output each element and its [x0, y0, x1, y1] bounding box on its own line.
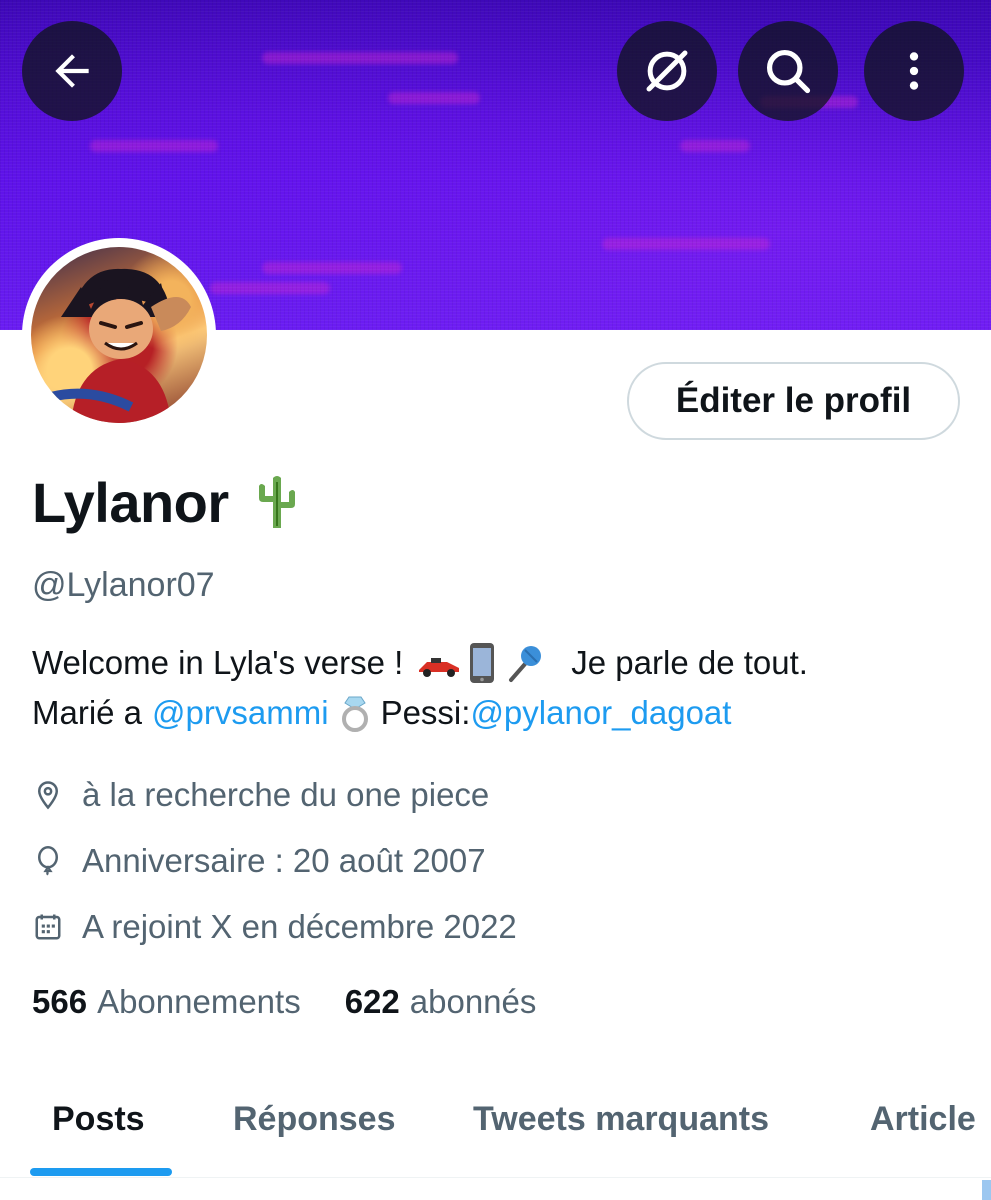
tab-highlights[interactable]: Tweets marquants: [473, 1100, 769, 1139]
calendar-icon: [32, 911, 64, 943]
joined-text: A rejoint X en décembre 2022: [82, 908, 517, 945]
birthday-row: Anniversaire : 20 août 2007: [32, 842, 486, 880]
location-text: à la recherche du one piece: [82, 776, 490, 813]
following-count: 566: [32, 983, 88, 1020]
ring-icon: [339, 693, 371, 733]
tab-posts[interactable]: Posts: [52, 1100, 145, 1139]
bio-label: Pessi:: [380, 694, 471, 731]
profile-page: Éditer le profil Lylanor @Lylanor07 Welc…: [0, 0, 991, 1200]
mobile-phone-icon: [469, 642, 495, 684]
balloon-icon: [32, 845, 64, 877]
search-button[interactable]: [738, 21, 838, 121]
tab-articles[interactable]: Article: [870, 1100, 976, 1139]
microphone-icon: [503, 642, 545, 684]
more-button[interactable]: [864, 21, 964, 121]
joined-row: A rejoint X en décembre 2022: [32, 908, 517, 946]
following-label: Abonnements: [97, 983, 301, 1020]
active-tab-indicator: [30, 1168, 172, 1176]
mention-link[interactable]: @pylanor_dagoat: [470, 688, 731, 738]
back-button[interactable]: [22, 21, 122, 121]
cactus-icon: [251, 474, 303, 532]
scrollbar[interactable]: [982, 1180, 991, 1200]
tab-replies[interactable]: Réponses: [233, 1100, 396, 1139]
avatar[interactable]: [22, 238, 216, 432]
edit-profile-button[interactable]: Éditer le profil: [627, 362, 960, 440]
search-icon: [762, 45, 814, 97]
edit-profile-label: Éditer le profil: [675, 381, 912, 420]
bio-line: Marié a @prvsammi Pessi: @pylanor_dagoat: [32, 688, 962, 738]
bio-line: Welcome in Lyla's verse ! Je parle de to…: [32, 638, 962, 688]
profile-handle: @Lylanor07: [32, 566, 215, 604]
arrow-left-icon: [47, 46, 97, 96]
birthday-text: Anniversaire : 20 août 2007: [82, 842, 486, 879]
following-link[interactable]: 566 Abonnements: [32, 983, 301, 1021]
avatar-image: [31, 247, 207, 423]
follow-stats: 566 Abonnements 622 abonnés: [32, 983, 536, 1021]
profile-name: Lylanor: [32, 470, 303, 535]
grok-button[interactable]: [617, 21, 717, 121]
bio-text: Marié a: [32, 694, 143, 731]
followers-link[interactable]: 622 abonnés: [345, 983, 537, 1021]
profile-tabs: Posts Réponses Tweets marquants Article: [0, 1080, 991, 1178]
more-vertical-icon: [889, 46, 939, 96]
display-name: Lylanor: [32, 471, 229, 534]
slashed-circle-icon: [640, 44, 694, 98]
profile-bio: Welcome in Lyla's verse ! Je parle de to…: [32, 638, 962, 738]
followers-label: abonnés: [409, 983, 537, 1020]
location-pin-icon: [32, 779, 64, 811]
racing-car-icon: [417, 648, 461, 678]
location-row: à la recherche du one piece: [32, 776, 489, 814]
mention-link[interactable]: @prvsammi: [152, 688, 329, 738]
bio-text: Welcome in Lyla's verse !: [32, 644, 404, 681]
bio-text-tail: Je parle de tout.: [571, 644, 808, 681]
followers-count: 622: [344, 983, 400, 1020]
